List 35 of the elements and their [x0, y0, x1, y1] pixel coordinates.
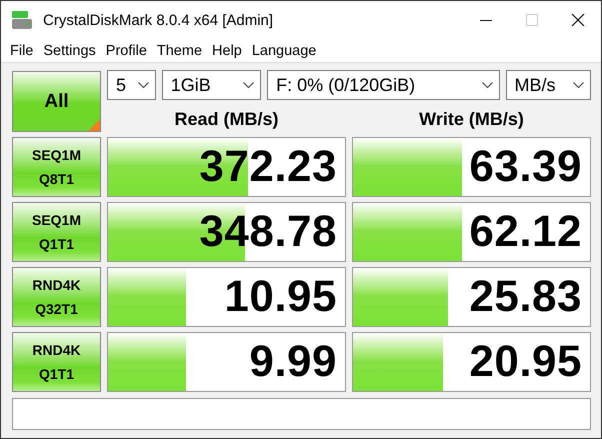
- menu-item[interactable]: Profile: [100, 42, 152, 58]
- dropdown[interactable]: 1GiB: [162, 70, 262, 100]
- test-button[interactable]: RND4K Q32T1: [12, 267, 101, 327]
- menu-item[interactable]: Settings: [38, 42, 101, 58]
- result-value: 9.99: [249, 337, 337, 387]
- window-title: CrystalDiskMark 8.0.4 x64 [Admin]: [43, 12, 274, 28]
- dropdown[interactable]: MB/s: [506, 70, 591, 100]
- dropdown-value: 5: [116, 74, 126, 96]
- chevron-down-icon: [138, 82, 149, 88]
- drive-icon: [11, 9, 33, 31]
- column-header: Read (MB/s): [173, 108, 280, 130]
- dropdown[interactable]: F: 0% (0/120GiB): [267, 70, 500, 100]
- chevron-down-icon: [482, 82, 493, 88]
- result-value: 62.12: [469, 207, 582, 257]
- result-value: 63.39: [469, 142, 582, 192]
- result-value: 20.95: [469, 337, 582, 387]
- menu-item[interactable]: Theme: [152, 42, 208, 58]
- test-button[interactable]: RND4K Q1T1: [12, 332, 101, 392]
- menu-item[interactable]: File: [5, 42, 38, 58]
- result-value: 25.83: [469, 272, 582, 322]
- dropdown-value: 1GiB: [170, 74, 211, 96]
- column-header: Write (MB/s): [418, 108, 525, 130]
- dropdown-value: F: 0% (0/120GiB): [276, 74, 416, 96]
- chevron-down-icon: [243, 82, 254, 88]
- menu-item[interactable]: Language: [246, 42, 322, 58]
- maximize-icon: [526, 14, 538, 26]
- run-all-button[interactable]: All: [12, 71, 101, 132]
- dropdown[interactable]: 5: [107, 70, 156, 100]
- menu-item[interactable]: Help: [207, 42, 247, 58]
- chevron-down-icon: [573, 82, 584, 88]
- test-button[interactable]: SEQ1M Q1T1: [12, 202, 101, 262]
- dropdown-value: MB/s: [514, 74, 556, 96]
- result-value: 10.95: [224, 272, 337, 322]
- test-button[interactable]: SEQ1M Q8T1: [12, 137, 101, 197]
- close-icon[interactable]: [571, 13, 585, 27]
